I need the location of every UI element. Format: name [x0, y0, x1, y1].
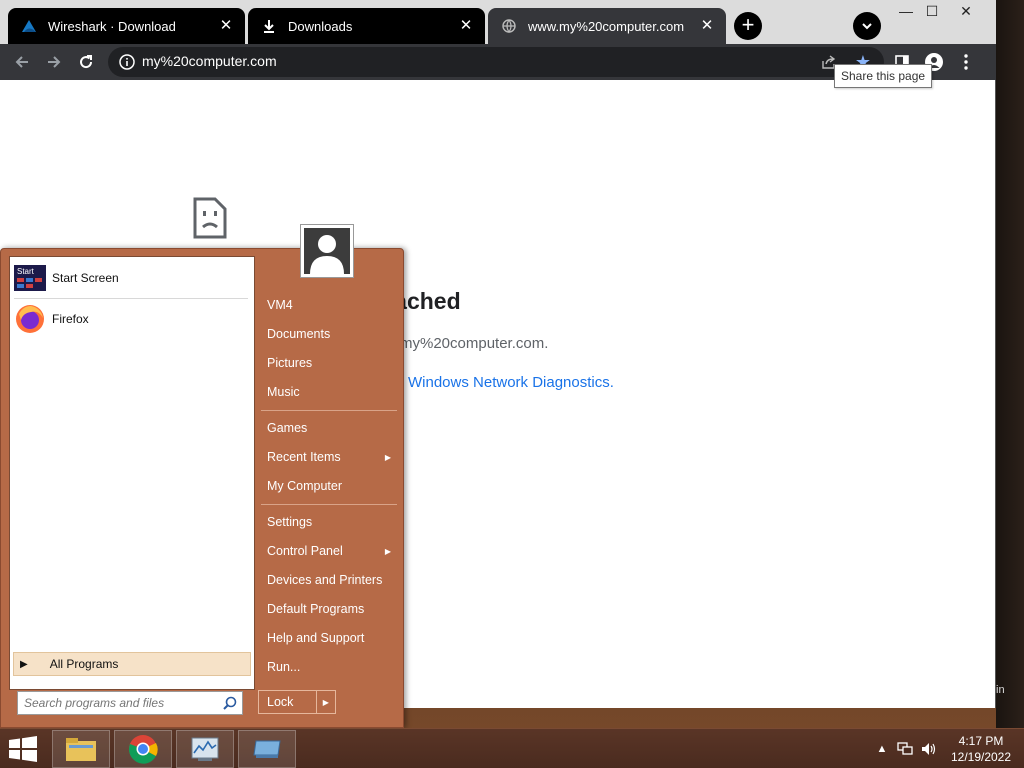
user-silhouette-icon	[310, 235, 344, 274]
forward-button[interactable]	[42, 50, 66, 74]
user-avatar[interactable]	[300, 224, 354, 278]
all-programs-label: All Programs	[49, 657, 119, 671]
show-hidden-icons-arrow[interactable]: ▲	[874, 741, 890, 757]
forward-arrow-icon	[48, 56, 61, 68]
start-search-box[interactable]	[17, 691, 243, 715]
address-bar[interactable]: my%20computer.com ★	[108, 47, 884, 77]
start-menu: Start Start Screen Firefox ▶ All Program…	[0, 248, 404, 728]
chevron-down-icon	[862, 23, 872, 30]
tab-my-computer[interactable]: www.my%20computer.com ✕	[488, 8, 726, 44]
reload-icon	[80, 55, 93, 69]
lock-label: Lock	[267, 695, 294, 709]
submenu-arrow-icon: ▶	[384, 546, 391, 556]
search-input[interactable]	[18, 692, 216, 714]
user-folder-link[interactable]: VM4	[259, 292, 399, 318]
taskbar-chrome[interactable]	[114, 730, 172, 768]
desktop-edge-text: in	[996, 684, 1005, 696]
taskbar-drive[interactable]	[238, 730, 296, 768]
file-explorer-icon	[66, 738, 96, 761]
taskbar: ▲ 4:17 PM 12/19/2022	[0, 728, 1024, 768]
menu-kebab-icon[interactable]	[955, 51, 977, 73]
divider	[261, 410, 397, 411]
program-label: Start Screen	[52, 271, 119, 285]
maximize-button[interactable]: ☐	[916, 0, 948, 24]
menu-item-recent-items[interactable]: Recent Items ▶	[259, 444, 399, 470]
reload-button[interactable]	[74, 50, 98, 74]
volume-icon[interactable]	[921, 741, 937, 757]
clock-date: 12/19/2022	[950, 750, 1012, 764]
menu-item-music[interactable]: Music	[259, 379, 399, 405]
menu-item-my-computer[interactable]: My Computer	[259, 473, 399, 499]
tab-strip: Wireshark · Download ✕ Downloads ✕ www.m…	[0, 0, 996, 44]
tab-wireshark[interactable]: Wireshark · Download ✕	[8, 8, 245, 44]
menu-item-run[interactable]: Run...	[259, 654, 399, 680]
menu-item-devices-printers[interactable]: Devices and Printers	[259, 567, 399, 593]
lock-options-arrow-icon[interactable]: ▶	[315, 691, 335, 713]
window-close-button[interactable]: ✕	[950, 0, 982, 24]
task-manager-icon	[191, 737, 219, 761]
svg-text:Start: Start	[17, 267, 35, 276]
menu-item-control-panel[interactable]: Control Panel ▶	[259, 538, 399, 564]
sad-page-icon	[193, 197, 227, 239]
taskbar-file-explorer[interactable]	[52, 730, 110, 768]
start-button[interactable]	[8, 736, 38, 762]
submenu-arrow-icon: ▶	[384, 452, 391, 462]
globe-icon	[500, 17, 518, 35]
menu-item-help-support[interactable]: Help and Support	[259, 625, 399, 651]
error-host-text: my%20computer.com.	[400, 335, 549, 352]
network-diagnostics-link[interactable]: Windows Network Diagnostics.	[408, 374, 614, 391]
share-tooltip: Share this page	[834, 64, 933, 88]
drive-icon	[253, 740, 281, 758]
taskbar-task-manager[interactable]	[176, 730, 234, 768]
chrome-icon	[128, 735, 158, 764]
menu-item-games[interactable]: Games	[259, 415, 399, 441]
desktop-edge	[996, 0, 1024, 728]
program-firefox[interactable]: Firefox	[14, 303, 248, 335]
close-tab-icon[interactable]: ✕	[457, 17, 475, 35]
firefox-icon	[14, 303, 46, 335]
menu-item-documents[interactable]: Documents	[259, 321, 399, 347]
program-start-screen[interactable]: Start Start Screen	[14, 262, 248, 294]
network-icon[interactable]	[897, 741, 913, 757]
start-menu-programs-pane: Start Start Screen Firefox ▶ All Program…	[9, 256, 255, 690]
tab-title: Wireshark · Download	[48, 18, 176, 34]
menu-item-pictures[interactable]: Pictures	[259, 350, 399, 376]
back-button[interactable]	[10, 50, 34, 74]
info-icon[interactable]	[118, 53, 136, 71]
program-label: Firefox	[52, 312, 89, 326]
wireshark-icon	[20, 17, 38, 35]
new-tab-button[interactable]: +	[734, 12, 762, 40]
divider	[14, 298, 248, 299]
windows-logo-icon	[9, 736, 37, 762]
tab-downloads[interactable]: Downloads ✕	[248, 8, 485, 44]
system-clock[interactable]: 4:17 PM 12/19/2022	[942, 733, 1020, 765]
menu-item-settings[interactable]: Settings	[259, 509, 399, 535]
back-arrow-icon	[15, 56, 28, 68]
tab-title: Downloads	[288, 18, 353, 34]
triangle-right-icon: ▶	[20, 658, 28, 670]
address-text: my%20computer.com	[142, 53, 277, 69]
divider	[261, 504, 397, 505]
tab-search-button[interactable]	[853, 12, 881, 40]
start-screen-icon: Start	[14, 262, 46, 294]
tab-title: www.my%20computer.com	[528, 18, 685, 34]
search-icon[interactable]	[222, 695, 238, 711]
clock-time: 4:17 PM	[958, 734, 1004, 748]
all-programs-button[interactable]: ▶ All Programs	[13, 652, 251, 676]
close-tab-icon[interactable]: ✕	[698, 17, 716, 35]
close-tab-icon[interactable]: ✕	[217, 17, 235, 35]
menu-item-default-programs[interactable]: Default Programs	[259, 596, 399, 622]
start-menu-places-pane: VM4 Documents Pictures Music Games Recen…	[259, 249, 405, 729]
lock-button[interactable]: Lock ▶	[258, 690, 336, 714]
download-icon	[260, 17, 278, 35]
